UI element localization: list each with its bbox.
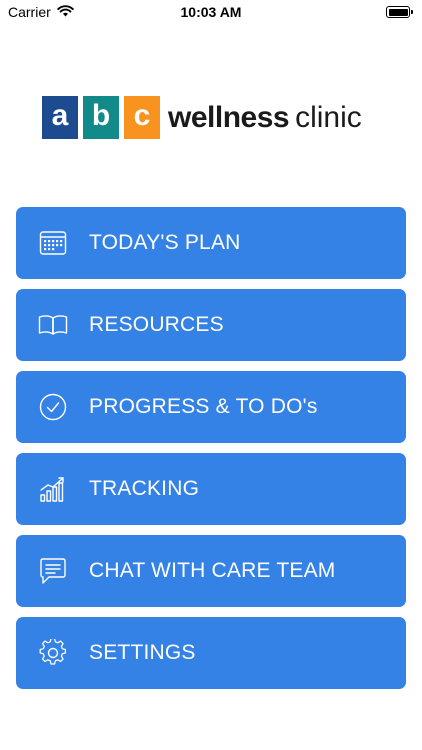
progress-todos-label: PROGRESS & TO DO's (89, 395, 318, 418)
battery-icon (386, 6, 413, 18)
tracking-label: TRACKING (89, 477, 200, 500)
chat-care-team-label: CHAT WITH CARE TEAM (89, 559, 336, 582)
resources-label: RESOURCES (89, 313, 224, 336)
todays-plan-label: TODAY'S PLAN (89, 231, 241, 254)
book-icon (38, 310, 68, 340)
resources-button[interactable]: RESOURCES (16, 289, 406, 361)
wifi-icon (57, 4, 74, 20)
chart-icon (38, 474, 68, 504)
battery-level (388, 8, 408, 16)
app-screen: Carrier 10:03 AM a b c wellness clinic T… (0, 0, 422, 750)
clinic-logo: a b c wellness clinic (42, 96, 362, 139)
calendar-icon (38, 228, 68, 258)
progress-todos-button[interactable]: PROGRESS & TO DO's (16, 371, 406, 443)
logo-letter-c: c (124, 96, 160, 139)
logo-word-wellness: wellness (168, 100, 290, 134)
chat-care-team-button[interactable]: CHAT WITH CARE TEAM (16, 535, 406, 607)
settings-button[interactable]: SETTINGS (16, 617, 406, 689)
status-bar: Carrier 10:03 AM (0, 0, 422, 24)
todays-plan-button[interactable]: TODAY'S PLAN (16, 207, 406, 279)
logo-letter-a: a (42, 96, 78, 139)
status-left: Carrier (8, 4, 74, 20)
logo-word-clinic: clinic (295, 100, 362, 134)
settings-label: SETTINGS (89, 641, 196, 664)
chat-icon (38, 556, 68, 586)
main-menu: TODAY'S PLAN RESOURCES PROGRESS & TO DO'… (16, 207, 406, 699)
gear-icon (38, 638, 68, 668)
logo-letter-b: b (83, 96, 119, 139)
checkmark-circle-icon (38, 392, 68, 422)
tracking-button[interactable]: TRACKING (16, 453, 406, 525)
carrier-label: Carrier (8, 4, 51, 20)
